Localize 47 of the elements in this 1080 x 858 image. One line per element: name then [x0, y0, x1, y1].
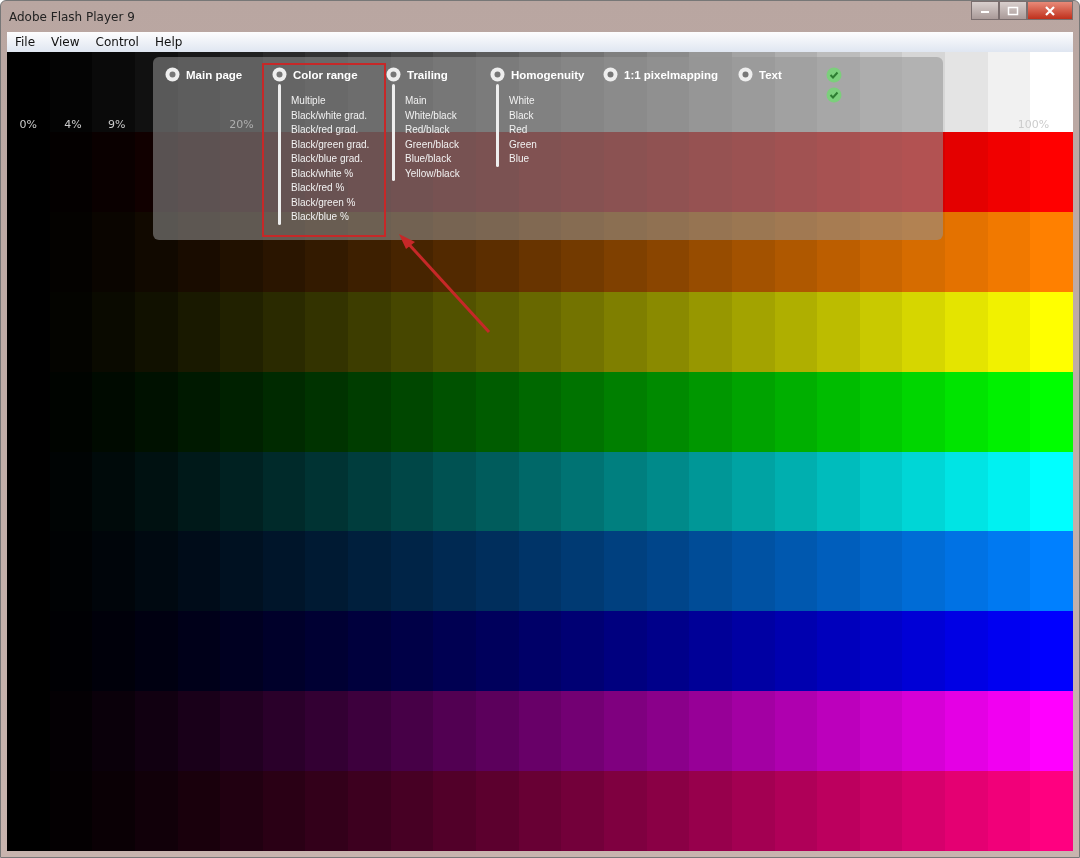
submenu-item[interactable]: Main	[405, 94, 460, 109]
submenu-item[interactable]: White/black	[405, 108, 460, 123]
check-icon[interactable]	[826, 87, 842, 103]
submenu-item[interactable]: Black/green %	[291, 195, 370, 210]
menu-item[interactable]: File	[15, 35, 36, 49]
close-icon	[1044, 4, 1056, 17]
nav-link[interactable]: Trailing	[407, 68, 448, 81]
submenu-item[interactable]: Blue	[509, 152, 537, 167]
maximize-button[interactable]	[999, 1, 1027, 20]
submenu-item[interactable]: Yellow/black	[405, 166, 460, 181]
nav-link[interactable]: 1:1 pixelmapping	[624, 68, 718, 81]
percent-label: 0%	[19, 118, 38, 131]
submenu-item[interactable]: White	[509, 94, 537, 109]
radio-icon[interactable]	[490, 67, 505, 82]
submenu-item[interactable]: Green/black	[405, 137, 460, 152]
nav-link[interactable]: Homogenuity	[511, 68, 585, 81]
nav-link[interactable]: Color range	[293, 68, 358, 81]
submenu-item[interactable]: Blue/black	[405, 152, 460, 167]
submenu-item[interactable]: Black/white grad.	[291, 108, 370, 123]
radio-icon[interactable]	[165, 67, 180, 82]
submenu-item[interactable]: Black/red %	[291, 181, 370, 196]
submenu-item[interactable]: Multiple	[291, 94, 370, 109]
close-button[interactable]	[1027, 1, 1073, 20]
maximize-icon	[1007, 5, 1019, 16]
radio-icon[interactable]	[272, 67, 287, 82]
submenu-item[interactable]: Green	[509, 137, 537, 152]
submenu-item[interactable]: Black/green grad.	[291, 137, 370, 152]
submenu-item[interactable]: Black/blue grad.	[291, 152, 370, 167]
menu-item[interactable]: View	[51, 35, 80, 49]
radio-icon[interactable]	[738, 67, 753, 82]
percent-label: 9%	[108, 118, 126, 131]
radio-icon[interactable]	[603, 67, 618, 82]
nav-link[interactable]: Main page	[186, 68, 243, 81]
minimize-button[interactable]	[971, 1, 999, 20]
menu-item[interactable]: Help	[154, 35, 183, 49]
check-icon[interactable]	[826, 67, 842, 83]
submenu-item[interactable]: Black/white %	[291, 166, 370, 181]
submenu-item[interactable]: Black/blue %	[291, 210, 370, 225]
submenu-item[interactable]: Red	[509, 123, 537, 138]
radio-icon[interactable]	[386, 67, 401, 82]
submenu-item[interactable]: Black/red grad.	[291, 123, 370, 138]
menu-item[interactable]: Control	[95, 35, 139, 49]
window-title: Adobe Flash Player 9	[8, 9, 135, 24]
submenu-item[interactable]: Red/black	[405, 123, 460, 138]
submenu-item[interactable]: Black	[509, 108, 537, 123]
percent-label: 20%	[229, 118, 254, 131]
percent-label: 4%	[64, 118, 82, 131]
